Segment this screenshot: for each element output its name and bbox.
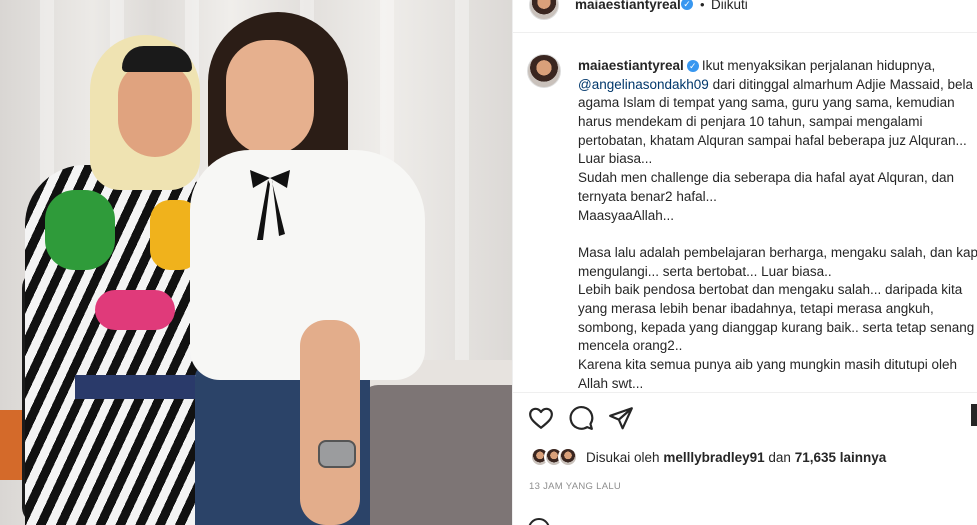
post-details-panel: maiaestiantyreal ✓ • Diikuti maiaestiant…: [512, 0, 977, 525]
caption-line: ternyata benar2 hafal...: [578, 188, 717, 204]
share-icon[interactable]: [608, 405, 634, 431]
header-separator: •: [700, 0, 705, 12]
post-caption: maiaestiantyreal ✓ Ikut menyaksikan perjal…: [578, 57, 977, 393]
caption-text: Ikut menyaksikan perjalanan hidupnya,: [701, 58, 936, 73]
caption-text: dari ditinggal almarhum Adjie Massaid, b…: [712, 76, 973, 92]
bookmark-icon[interactable]: [971, 404, 977, 426]
caption-line: Lebih baik pendosa bertobat dan mengaku …: [578, 282, 963, 298]
wristwatch: [318, 440, 356, 468]
caption-line: sombong, kepada yang dianggap kurang bai…: [578, 319, 975, 335]
caption-line: MaasyaaAllah...: [578, 207, 675, 223]
caption-username[interactable]: maiaestiantyreal: [578, 58, 684, 73]
verified-badge-icon: ✓: [686, 60, 699, 73]
emoji-icon[interactable]: [528, 518, 550, 525]
caption-line: Karena kita semua punya aib yang mungkin…: [578, 357, 957, 372]
top-liker-link[interactable]: melllybradley91: [663, 450, 764, 465]
caption-line: Allah swt...: [578, 375, 644, 391]
sofa: [360, 385, 512, 525]
caption-line: mengulangi... serta bertobat... Luar bia…: [578, 263, 832, 279]
likes-text: Disukai oleh melllybradley91 dan 71,635 …: [586, 450, 886, 465]
comment-icon[interactable]: [568, 405, 594, 431]
caption-avatar[interactable]: [527, 54, 561, 88]
likes-prefix: Disukai oleh: [586, 450, 660, 465]
caption-line: pertobatan, khatam Alquran sampai hafal …: [578, 132, 967, 148]
dress-pink-patch: [95, 290, 175, 330]
post-photo[interactable]: [0, 0, 512, 525]
caption-line: Masa lalu adalah pembelajaran berharga, …: [578, 244, 977, 260]
person-left-face: [118, 62, 192, 157]
follow-status-button[interactable]: Diikuti: [711, 0, 748, 12]
heart-icon[interactable]: [528, 405, 554, 431]
caption-line-2: @angelinasondakh09 dari ditinggal almarh…: [578, 76, 977, 95]
divider: [513, 392, 977, 393]
verified-badge-icon: ✓: [681, 0, 693, 10]
liker-avatar: [558, 447, 578, 467]
caption-line: harus mendekam di penjara 10 tahun, samp…: [578, 114, 923, 130]
post-header: maiaestiantyreal ✓ • Diikuti: [513, 0, 977, 33]
black-bow: [250, 170, 290, 240]
caption-line: yang merasa lebih benar ibadahnya, tetap…: [578, 300, 934, 316]
post-timestamp[interactable]: 13 JAM YANG LALU: [529, 481, 621, 492]
caption-line-1: maiaestiantyreal ✓ Ikut menyaksikan perjal…: [578, 57, 977, 76]
person-left-headband: [122, 46, 192, 72]
caption-line: agama Islam di tempat yang sama, guru ya…: [578, 95, 955, 111]
caption-line: mencela orang2..: [578, 338, 683, 354]
person-right-arm: [300, 320, 360, 525]
avatar[interactable]: [529, 0, 559, 20]
dress-belt: [75, 375, 195, 399]
mention-link[interactable]: @angelinasondakh09: [578, 77, 709, 92]
header-username[interactable]: maiaestiantyreal: [575, 0, 681, 12]
likes-connector: dan: [768, 450, 791, 465]
dress-green-patch: [45, 190, 115, 270]
person-right-face: [226, 40, 314, 155]
likes-count-link[interactable]: 71,635 lainnya: [795, 450, 887, 465]
caption-line: Luar biasa...: [578, 151, 653, 167]
caption-line: Sudah men challenge dia seberapa dia haf…: [578, 170, 955, 186]
